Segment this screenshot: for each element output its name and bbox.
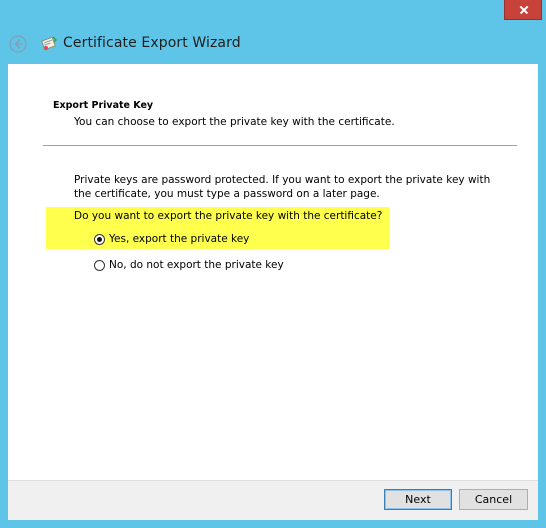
button-bar: Next Cancel [8,480,538,520]
section-title: Export Private Key [53,100,154,111]
wizard-header: Certificate Export Wizard [0,26,546,62]
radio-option-yes[interactable]: Yes, export the private key [94,233,249,245]
wizard-window: Certificate Export Wizard Export Private… [0,0,546,528]
info-text: Private keys are password protected. If … [74,174,491,200]
radio-button-unchecked[interactable] [94,259,105,271]
certificate-icon [41,36,57,51]
radio-button-checked[interactable] [94,233,105,245]
wizard-title: Certificate Export Wizard [63,35,241,51]
section-subtitle: You can choose to export the private key… [74,116,395,128]
radio-label: No, do not export the private key [109,259,284,271]
question-label: Do you want to export the private key wi… [74,210,383,222]
wizard-page: Export Private Key You can choose to exp… [8,64,538,480]
title-bar [0,0,546,26]
close-button[interactable] [504,0,542,20]
radio-option-no[interactable]: No, do not export the private key [94,259,284,271]
back-arrow-icon[interactable] [9,35,27,53]
radio-label: Yes, export the private key [109,233,250,245]
cancel-button[interactable]: Cancel [459,489,528,510]
divider [43,145,517,146]
next-button[interactable]: Next [384,489,452,510]
